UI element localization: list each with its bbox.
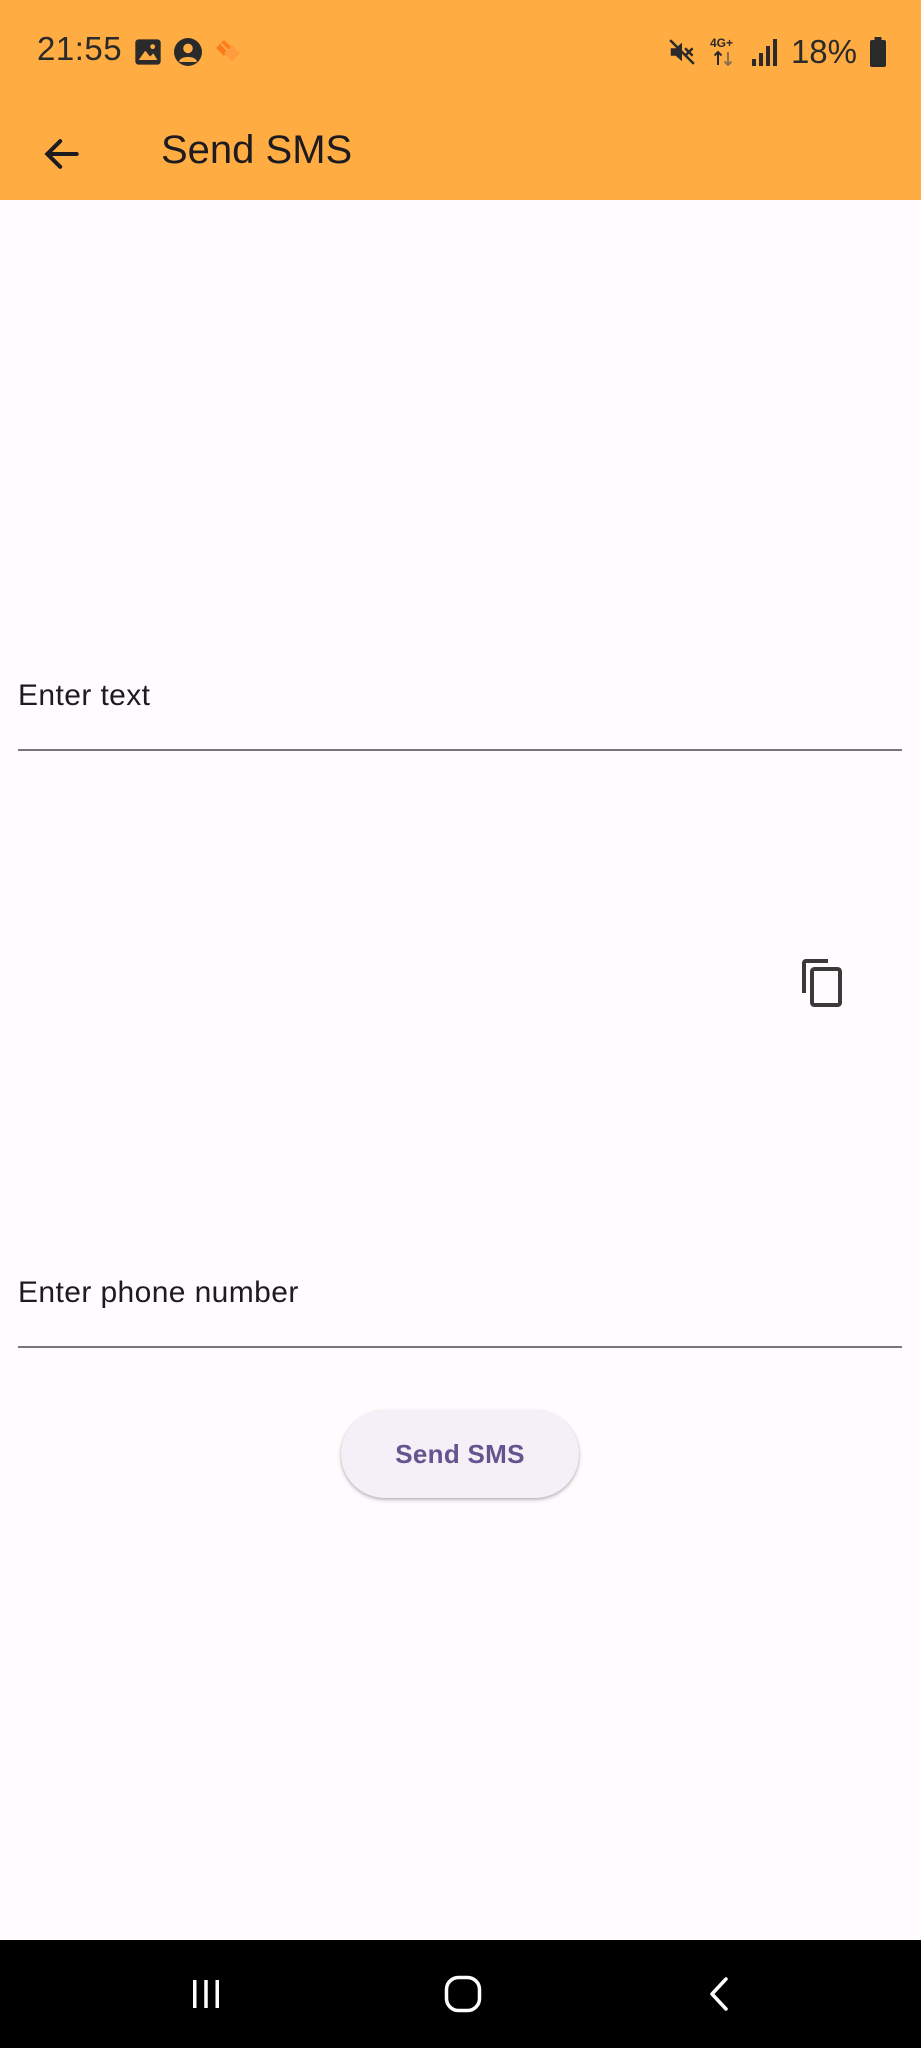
system-nav-bar [0, 1940, 921, 2048]
signal-icon [751, 39, 777, 66]
back-icon [710, 1977, 728, 2011]
mute-icon [669, 39, 695, 65]
send-sms-button-label: Send SMS [395, 1438, 525, 1469]
copy-button[interactable] [788, 948, 856, 1016]
battery-icon [870, 37, 886, 67]
network-4g-icon: 4G+ [710, 36, 733, 67]
image-icon [135, 39, 161, 65]
phone-number-input[interactable]: Enter phone number [18, 1246, 902, 1348]
home-icon [444, 1975, 482, 2013]
page-title: Send SMS [161, 128, 353, 172]
text-input-label: Enter text [18, 679, 151, 712]
recent-apps-button[interactable] [166, 1964, 246, 2024]
status-icons-right: 4G+ 18% [667, 32, 887, 72]
arrow-back-icon [44, 139, 79, 169]
copy-icon [802, 959, 842, 1007]
account-circle-icon [174, 38, 202, 66]
send-sms-button[interactable]: Send SMS [341, 1410, 579, 1498]
status-bar: 21:55 4G+ 18% [0, 0, 921, 104]
recent-apps-icon [193, 1980, 219, 2008]
back-button[interactable] [30, 122, 94, 186]
phone-number-label: Enter phone number [18, 1276, 299, 1309]
home-button[interactable] [423, 1964, 503, 2024]
app-header: 21:55 4G+ 18% Send SMS [0, 0, 921, 200]
status-time: 21:55 [37, 30, 123, 67]
svg-text:4G+: 4G+ [710, 36, 733, 50]
status-icons-left [132, 36, 244, 68]
app-notification-icon [216, 40, 240, 62]
nav-back-button[interactable] [680, 1964, 760, 2024]
app-bar: Send SMS [0, 104, 921, 200]
battery-percent: 18% [790, 33, 857, 70]
text-input[interactable]: Enter text [18, 649, 902, 751]
